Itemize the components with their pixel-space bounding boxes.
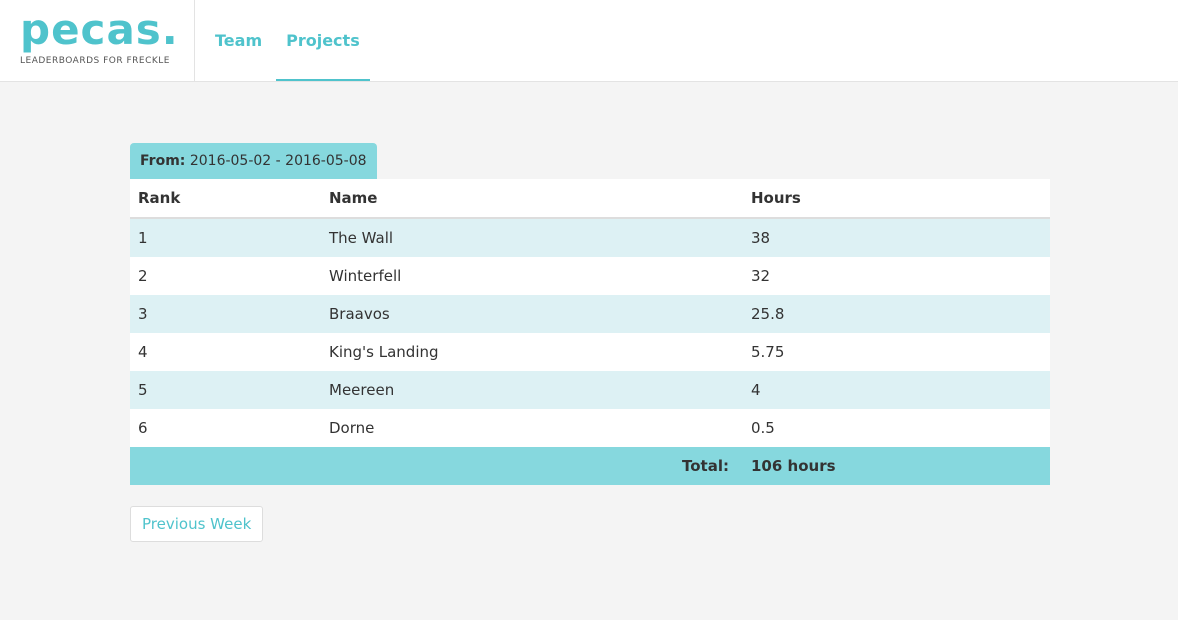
brand-home-link[interactable]: pecas. LEADERBOARDS FOR FRECKLE <box>0 0 195 81</box>
nav-tab-projects[interactable]: Projects <box>276 0 370 81</box>
cell-rank: 3 <box>130 295 321 333</box>
total-value: 106 hours <box>743 447 1050 485</box>
cell-hours: 0.5 <box>743 409 1050 447</box>
cell-name: The Wall <box>321 218 743 257</box>
column-header-rank: Rank <box>130 179 321 219</box>
leaderboard-panel: From: 2016-05-02 - 2016-05-08 Rank Name … <box>130 143 1050 542</box>
table-row: 3 Braavos 25.8 <box>130 295 1050 333</box>
cell-rank: 1 <box>130 218 321 257</box>
top-navbar: pecas. LEADERBOARDS FOR FRECKLE Team Pro… <box>0 0 1178 82</box>
column-header-name: Name <box>321 179 743 219</box>
cell-rank: 2 <box>130 257 321 295</box>
cell-hours: 38 <box>743 218 1050 257</box>
table-row: 6 Dorne 0.5 <box>130 409 1050 447</box>
period-range: 2016-05-02 - 2016-05-08 <box>189 153 367 169</box>
table-row: 5 Meereen 4 <box>130 371 1050 409</box>
cell-name: Braavos <box>321 295 743 333</box>
cell-rank: 5 <box>130 371 321 409</box>
period-label: From: <box>140 153 186 169</box>
cell-name: King's Landing <box>321 333 743 371</box>
previous-week-button[interactable]: Previous Week <box>130 506 264 542</box>
table-header-row: Rank Name Hours <box>130 179 1050 219</box>
total-label: Total: <box>130 447 743 485</box>
cell-rank: 4 <box>130 333 321 371</box>
cell-hours: 5.75 <box>743 333 1050 371</box>
cell-hours: 32 <box>743 257 1050 295</box>
cell-hours: 25.8 <box>743 295 1050 333</box>
cell-name: Winterfell <box>321 257 743 295</box>
column-header-hours: Hours <box>743 179 1050 219</box>
table-row: 1 The Wall 38 <box>130 218 1050 257</box>
brand-logo: pecas. <box>20 5 179 54</box>
cell-name: Meereen <box>321 371 743 409</box>
table-row: 2 Winterfell 32 <box>130 257 1050 295</box>
total-row: Total: 106 hours <box>130 447 1050 485</box>
brand-tagline: LEADERBOARDS FOR FRECKLE <box>20 56 170 66</box>
cell-hours: 4 <box>743 371 1050 409</box>
table-row: 4 King's Landing 5.75 <box>130 333 1050 371</box>
main-nav: Team Projects <box>205 0 374 81</box>
nav-tab-team[interactable]: Team <box>205 0 272 81</box>
cell-name: Dorne <box>321 409 743 447</box>
leaderboard-table: Rank Name Hours 1 The Wall 38 2 Winterfe… <box>130 179 1050 485</box>
period-tab: From: 2016-05-02 - 2016-05-08 <box>130 143 377 179</box>
cell-rank: 6 <box>130 409 321 447</box>
